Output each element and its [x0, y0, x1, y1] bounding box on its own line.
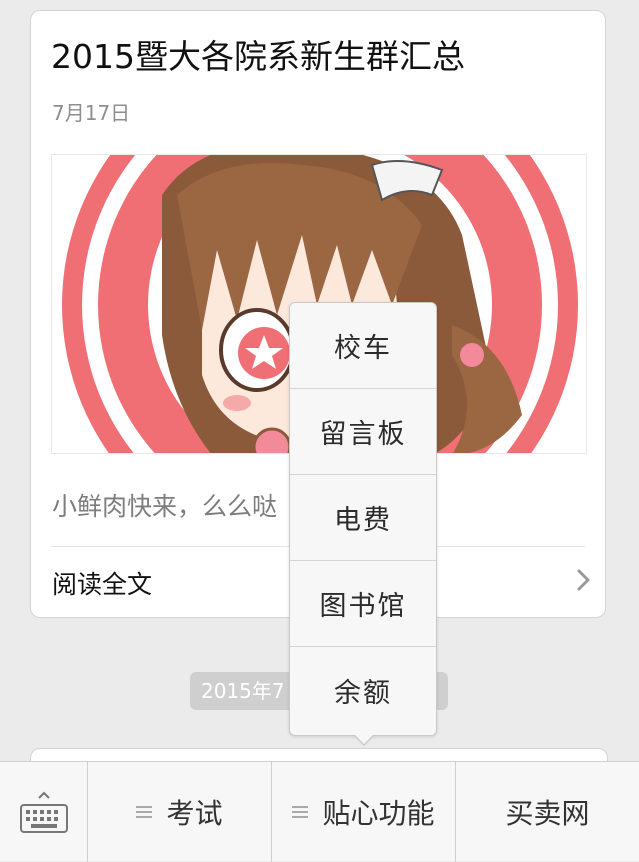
keyboard-toggle-button[interactable]	[0, 762, 87, 862]
menu-market-button[interactable]: 买卖网	[455, 762, 639, 862]
menu-features-label: 贴心功能	[322, 797, 435, 830]
menu-item-school-bus[interactable]: 校车	[290, 303, 436, 389]
article-title: 2015暨大各院系新生群汇总	[51, 37, 465, 76]
menu-lines-icon	[292, 806, 309, 818]
menu-exam-label: 考试	[166, 797, 223, 830]
article-summary: 小鲜肉快来，么么哒	[52, 492, 278, 521]
read-more-label: 阅读全文	[52, 570, 153, 599]
menu-market-label: 买卖网	[505, 797, 590, 830]
menu-item-electricity-bill[interactable]: 电费	[290, 475, 436, 561]
menu-item-library[interactable]: 图书馆	[290, 561, 436, 647]
chevron-right-icon	[577, 569, 590, 591]
popup-arrow	[354, 734, 374, 744]
menu-item-balance[interactable]: 余额	[290, 647, 436, 733]
menu-exam-button[interactable]: 考试	[87, 762, 271, 862]
menu-item-message-board[interactable]: 留言板	[290, 389, 436, 475]
menu-features-button[interactable]: 贴心功能	[271, 762, 455, 862]
keyboard-icon	[19, 791, 68, 833]
bottom-menu-bar: 考试 贴心功能 买卖网	[0, 761, 639, 862]
submenu-popup: 校车 留言板 电费 图书馆 余额	[289, 302, 437, 736]
article-date: 7月17日	[52, 101, 131, 125]
menu-lines-icon	[136, 806, 153, 818]
